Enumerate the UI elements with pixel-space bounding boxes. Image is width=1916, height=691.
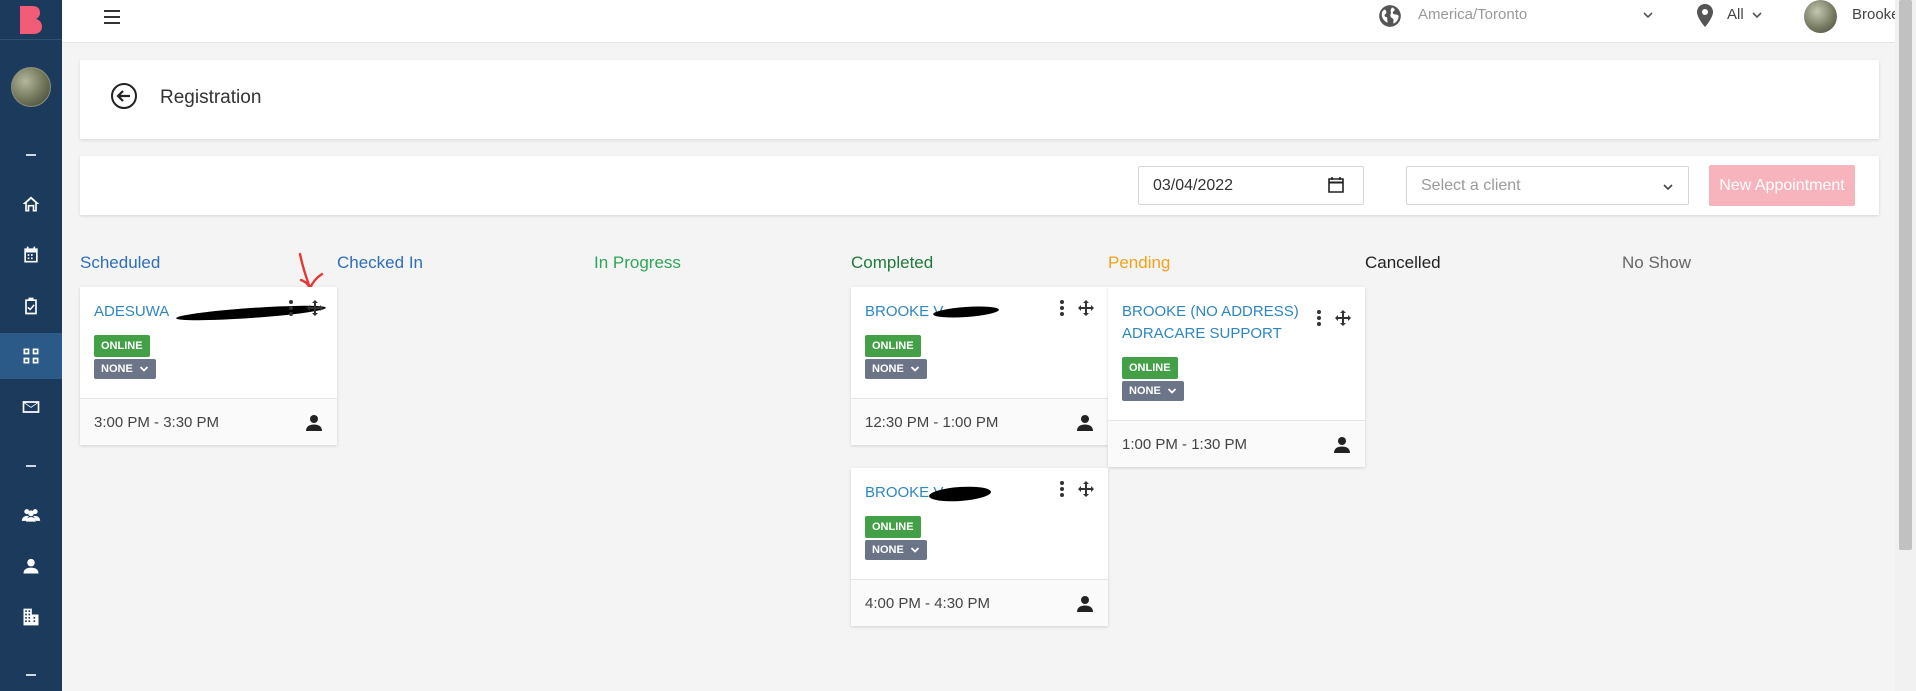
page-title: Registration — [160, 87, 262, 108]
globe-icon[interactable] — [1377, 3, 1403, 29]
checklist-icon — [25, 297, 37, 315]
online-badge: ONLINE — [94, 335, 150, 357]
drag-move-icon[interactable] — [1077, 480, 1095, 498]
more-options-icon[interactable] — [288, 299, 294, 317]
sidebar-item-clients[interactable] — [0, 543, 62, 589]
person-icon[interactable] — [305, 414, 323, 432]
chevron-down-icon[interactable] — [1642, 9, 1654, 21]
sidebar-item-organizations[interactable] — [0, 594, 62, 640]
sidebar-item-dashboard[interactable] — [0, 333, 62, 379]
sidebar-item-groups[interactable] — [0, 492, 62, 538]
user-avatar[interactable] — [1804, 0, 1837, 33]
more-options-icon[interactable] — [1316, 309, 1322, 327]
appointment-time: 12:30 PM - 1:00 PM — [865, 414, 999, 431]
app-logo[interactable] — [0, 0, 62, 40]
sidebar-item-calendar[interactable] — [0, 232, 62, 278]
card-footer: 4:00 PM - 4:30 PM — [851, 579, 1108, 626]
user-icon — [23, 558, 39, 574]
sidebar-item-home[interactable] — [0, 181, 62, 227]
more-options-icon[interactable] — [1059, 299, 1065, 317]
menu-icon[interactable] — [104, 10, 120, 24]
sidebar-item-messages[interactable] — [0, 384, 62, 430]
column-header-pending: Pending — [1108, 253, 1171, 272]
chevron-down-icon — [910, 366, 919, 372]
location-select[interactable]: All — [1727, 6, 1744, 23]
page-scrollbar[interactable] — [1895, 0, 1916, 691]
home-icon — [22, 196, 40, 212]
chevron-down-icon — [139, 366, 148, 372]
status-dropdown-label: NONE — [101, 363, 133, 375]
grid-icon — [23, 348, 39, 364]
person-icon[interactable] — [1076, 414, 1094, 432]
page-header: Registration — [80, 60, 1879, 139]
status-dropdown[interactable]: NONE — [865, 359, 927, 379]
sidebar-divider — [26, 674, 36, 676]
brand-logo-icon — [20, 5, 42, 34]
status-dropdown[interactable]: NONE — [94, 359, 156, 379]
appointment-card[interactable]: BROOKE V ONLINE NONE 4:00 PM - 4:30 PM — [851, 468, 1108, 626]
mail-icon — [22, 401, 40, 413]
drag-move-icon[interactable] — [1077, 299, 1095, 317]
sidebar-item-tasks[interactable] — [0, 283, 62, 329]
client-select[interactable]: Select a client — [1406, 166, 1689, 205]
sidebar-divider — [26, 465, 36, 467]
location-pin-icon[interactable] — [1695, 3, 1715, 29]
status-dropdown[interactable]: NONE — [1122, 381, 1184, 401]
chevron-down-icon[interactable] — [1751, 9, 1763, 21]
column-header-cancelled: Cancelled — [1365, 253, 1441, 272]
status-dropdown[interactable]: NONE — [865, 540, 927, 560]
person-icon[interactable] — [1333, 436, 1351, 454]
top-bar: America/Toronto All Brooke — [62, 0, 1912, 43]
appointment-card[interactable]: BROOKE (NO ADDRESS) ADRACARE SUPPORT ONL… — [1108, 287, 1365, 467]
drag-move-icon[interactable] — [306, 299, 324, 317]
sidebar-divider — [26, 154, 36, 156]
online-badge: ONLINE — [865, 335, 921, 357]
chevron-down-icon — [910, 547, 919, 553]
status-dropdown-label: NONE — [1129, 385, 1161, 397]
appointment-card[interactable]: ADESUWA ONLINE NONE 3:00 PM - 3:30 PM — [80, 287, 337, 445]
sidebar-avatar[interactable] — [11, 67, 51, 107]
chevron-down-icon — [1167, 388, 1176, 394]
status-dropdown-label: NONE — [872, 363, 904, 375]
back-arrow-icon[interactable] — [110, 82, 138, 110]
timezone-select[interactable]: America/Toronto — [1418, 6, 1527, 23]
users-icon — [21, 509, 41, 522]
online-badge: ONLINE — [1122, 357, 1178, 379]
drag-move-icon[interactable] — [1334, 309, 1352, 327]
filter-bar: 03/04/2022 Select a client New Appointme… — [80, 156, 1879, 215]
appointment-time: 1:00 PM - 1:30 PM — [1122, 436, 1248, 453]
client-name-link[interactable]: BROOKE (NO ADDRESS) ADRACARE SUPPORT — [1122, 301, 1312, 345]
calendar-icon[interactable] — [1327, 176, 1345, 194]
sidebar — [0, 0, 62, 691]
column-header-in-progress: In Progress — [594, 253, 681, 272]
card-footer: 1:00 PM - 1:30 PM — [1108, 420, 1365, 467]
column-header-completed: Completed — [851, 253, 934, 272]
column-header-checked-in: Checked In — [337, 253, 423, 272]
person-icon[interactable] — [1076, 595, 1094, 613]
column-header-no-show: No Show — [1622, 253, 1691, 272]
column-header-scheduled: Scheduled — [80, 253, 161, 272]
scrollbar-thumb[interactable] — [1899, 0, 1912, 550]
building-icon — [23, 608, 39, 626]
appointment-card[interactable]: BROOKE V ONLINE NONE 12:30 PM - 1:00 PM — [851, 287, 1108, 445]
more-options-icon[interactable] — [1059, 480, 1065, 498]
new-appointment-button[interactable]: New Appointment — [1709, 165, 1855, 206]
user-menu[interactable]: Brooke — [1852, 6, 1900, 23]
status-dropdown-label: NONE — [872, 544, 904, 556]
appointment-time: 3:00 PM - 3:30 PM — [94, 414, 220, 431]
card-footer: 3:00 PM - 3:30 PM — [80, 398, 337, 445]
calendar-icon — [24, 246, 38, 263]
online-badge: ONLINE — [865, 516, 921, 538]
appointment-time: 4:00 PM - 4:30 PM — [865, 595, 991, 612]
chevron-down-icon[interactable] — [1662, 181, 1674, 193]
card-footer: 12:30 PM - 1:00 PM — [851, 398, 1108, 445]
